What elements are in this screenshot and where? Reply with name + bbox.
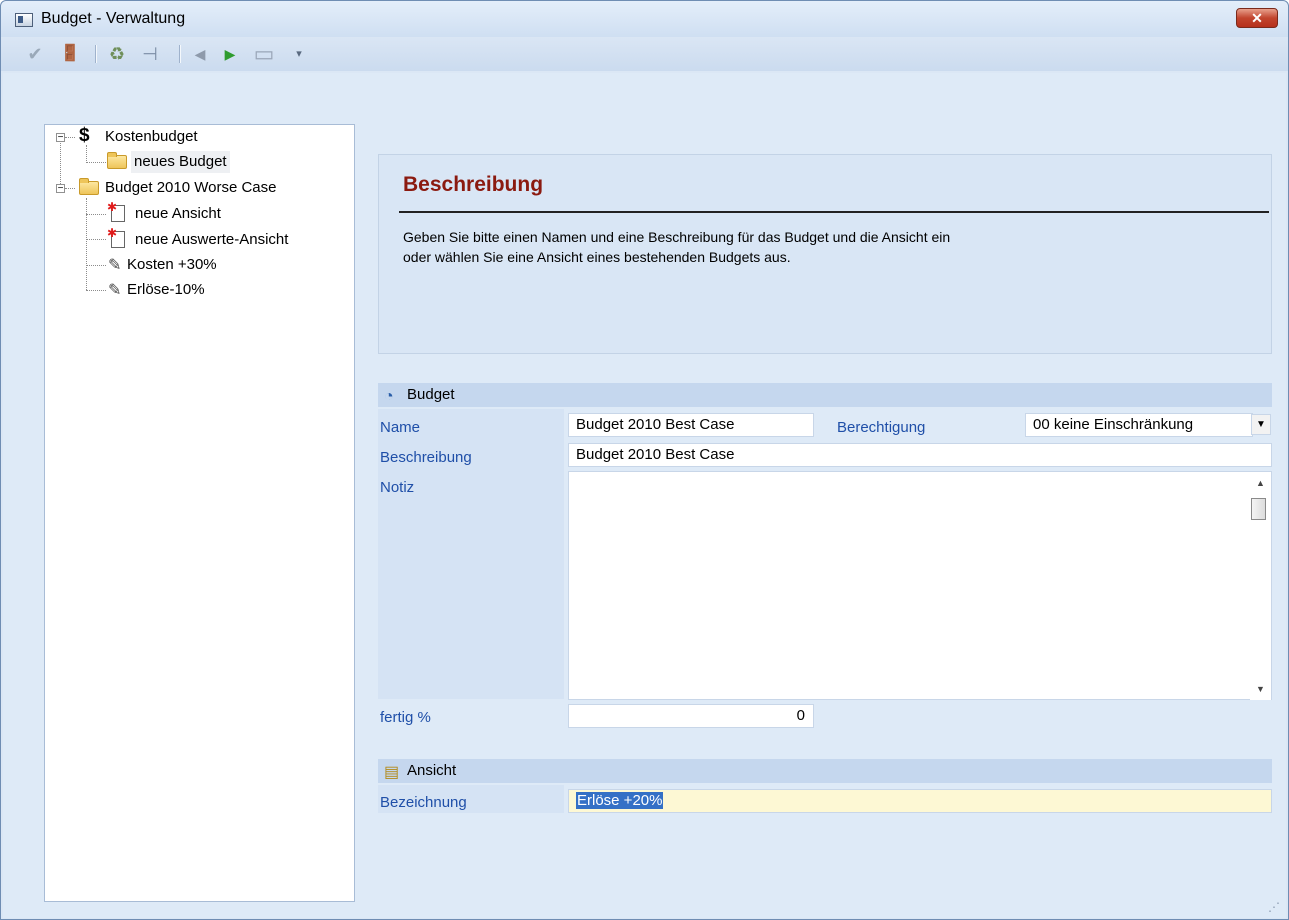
tree-line [65,137,75,138]
resize-grip-icon[interactable]: ⋰ [1268,900,1282,914]
designation-label: Bezeichnung [380,794,467,811]
back-icon[interactable]: ◀ [189,43,211,65]
view-icon: ▤ [384,764,400,781]
view-section-label: Ansicht [407,762,457,779]
description-line-1: Geben Sie bitte einen Namen und eine Bes… [403,229,951,245]
toolbar: ✔ 🚪 ♻ ⊣ ◀ ▶ ▭ ▾ [1,37,1288,71]
budget-tree[interactable]: − $ Kostenbudget neues Budget − Budget 2… [44,124,355,902]
app-icon [15,13,33,27]
tree-node-neues-budget[interactable]: neues Budget [131,151,230,173]
money-view-icon: ✎ [108,257,122,274]
money-view-icon: ✎ [108,282,122,299]
tree-line [60,143,61,188]
description-divider [399,211,1269,213]
toolbar-separator [95,45,97,63]
forward-icon[interactable]: ▶ [219,43,241,65]
description-text: Geben Sie bitte einen Namen und eine Bes… [403,227,1123,267]
tree-node-neue-auswerte-ansicht[interactable]: neue Auswerte-Ansicht [135,229,288,251]
chevron-down-icon[interactable]: ▼ [1251,414,1271,435]
scroll-up-icon[interactable]: ▲ [1250,472,1271,494]
tree-line [86,162,106,163]
budget-window: Budget - Verwaltung ✕ ✔ 🚪 ♻ ⊣ ◀ ▶ ▭ ▾ − … [0,0,1289,920]
view-section-header: ▤ Ansicht [378,759,1272,783]
window-title: Budget - Verwaltung [41,10,186,27]
tree-line [86,198,87,290]
done-percent-field[interactable]: 0 [568,704,814,728]
confirm-icon[interactable]: ✔ [25,43,45,65]
designation-field[interactable]: Erlöse +20% [568,789,1272,813]
collapse-icon[interactable]: − [56,133,65,143]
budget-section-label: Budget [407,386,455,403]
tree-node-kosten[interactable]: Kosten +30% [127,254,217,276]
exit-icon[interactable]: 🚪 [59,43,81,65]
description-label: Beschreibung [380,449,472,466]
title-bar: Budget - Verwaltung ✕ [1,1,1288,37]
budget-icon: ◔ [384,388,394,405]
tree-node-erloese[interactable]: Erlöse-10% [127,279,205,301]
done-label: fertig % [380,709,431,726]
structure-icon[interactable]: ⊣ [139,43,161,65]
monitor-icon[interactable]: ▭ [251,43,277,65]
new-folder-icon [107,152,127,169]
designation-selected-text: Erlöse +20% [576,792,664,809]
folder-icon [79,178,99,195]
collapse-icon[interactable]: − [56,184,65,194]
name-label: Name [380,419,421,436]
tree-line [86,145,87,163]
new-view-icon [107,200,125,222]
note-scrollbar[interactable]: ▲ ▼ [1250,472,1271,700]
note-label: Notiz [380,479,415,496]
description-field[interactable]: Budget 2010 Best Case [568,443,1272,467]
new-analysis-view-icon [107,226,125,248]
dollar-icon: $ [79,125,90,146]
note-textarea[interactable] [568,471,1272,700]
tree-node-budget-2010[interactable]: Budget 2010 Worse Case [105,177,277,199]
close-button[interactable]: ✕ [1236,8,1278,28]
description-panel: Beschreibung Geben Sie bitte einen Namen… [378,154,1272,354]
more-icon[interactable]: ▾ [291,43,307,65]
tree-line [65,188,75,189]
tree-line [86,239,106,240]
scroll-thumb[interactable] [1251,498,1266,520]
permission-select[interactable]: 00 keine Einschränkung [1025,413,1253,437]
description-line-2: oder wählen Sie eine Ansicht eines beste… [403,249,791,265]
recycle-icon[interactable]: ♻ [105,43,129,65]
toolbar-separator [179,45,181,63]
description-title: Beschreibung [403,173,544,196]
budget-section-header: ◔ Budget [378,383,1272,407]
tree-line [86,265,106,266]
tree-line [86,290,106,291]
tree-line [86,214,106,215]
tree-node-neue-ansicht[interactable]: neue Ansicht [135,203,221,225]
permission-label: Berechtigung [837,419,926,436]
tree-node-kostenbudget[interactable]: Kostenbudget [105,126,198,148]
name-field[interactable]: Budget 2010 Best Case [568,413,814,437]
main-content: − $ Kostenbudget neues Budget − Budget 2… [3,73,1286,918]
scroll-down-icon[interactable]: ▼ [1250,678,1271,700]
